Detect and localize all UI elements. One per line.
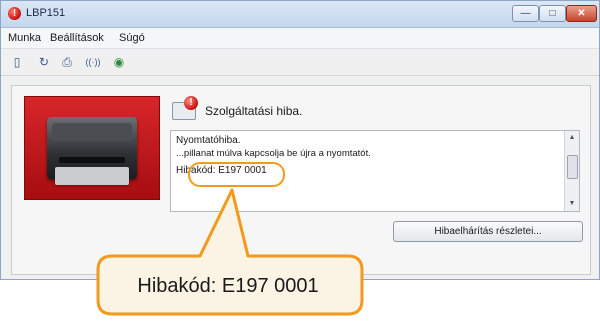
- error-icon: !: [8, 7, 21, 20]
- scroll-up-icon[interactable]: ▲: [565, 131, 579, 145]
- service-error-icon: !: [172, 96, 198, 120]
- menu-item-sugo[interactable]: Súgó: [119, 32, 145, 44]
- menu-item-beallitasok[interactable]: Beállítások: [50, 32, 104, 44]
- globe-icon[interactable]: ◉: [111, 54, 127, 70]
- scroll-thumb[interactable]: [567, 155, 578, 179]
- window-title: LBP151: [26, 7, 66, 19]
- refresh-icon[interactable]: ↻: [36, 54, 52, 70]
- minimize-button[interactable]: —: [512, 5, 539, 22]
- toolbar: ▯ ↻ ⎙ ((·)) ◉: [1, 49, 599, 76]
- error-code-highlight: [188, 162, 285, 187]
- close-button[interactable]: ✕: [566, 5, 597, 22]
- scroll-down-icon[interactable]: ▼: [565, 197, 579, 211]
- status-panel: ! Szolgáltatási hiba. Nyomtatóhiba. ...p…: [11, 85, 591, 275]
- title-bar: ! LBP151 — □ ✕: [1, 1, 599, 28]
- status-title: Szolgáltatási hiba.: [205, 104, 303, 118]
- callout-text: Hibakód: E197 0001: [137, 275, 319, 297]
- error-heading: Nyomtatóhiba.: [176, 135, 241, 146]
- menu-item-munka[interactable]: Munka: [8, 32, 41, 44]
- maximize-button[interactable]: □: [539, 5, 566, 22]
- scrollbar[interactable]: ▲ ▼: [564, 131, 579, 211]
- printer-status-window: ! LBP151 — □ ✕ Munka Beállítások Súgó ▯ …: [0, 0, 600, 280]
- wireless-icon[interactable]: ((·)): [81, 54, 105, 70]
- menu-bar: Munka Beállítások Súgó: [1, 28, 599, 49]
- troubleshooting-details-button[interactable]: Hibaelhárítás részletei...: [393, 221, 583, 242]
- error-description: ...pillanat múlva kapcsolja be újra a ny…: [176, 148, 371, 159]
- printer-image: [24, 96, 160, 200]
- print-icon[interactable]: ⎙: [59, 54, 75, 70]
- view-icon[interactable]: ▯: [9, 54, 25, 70]
